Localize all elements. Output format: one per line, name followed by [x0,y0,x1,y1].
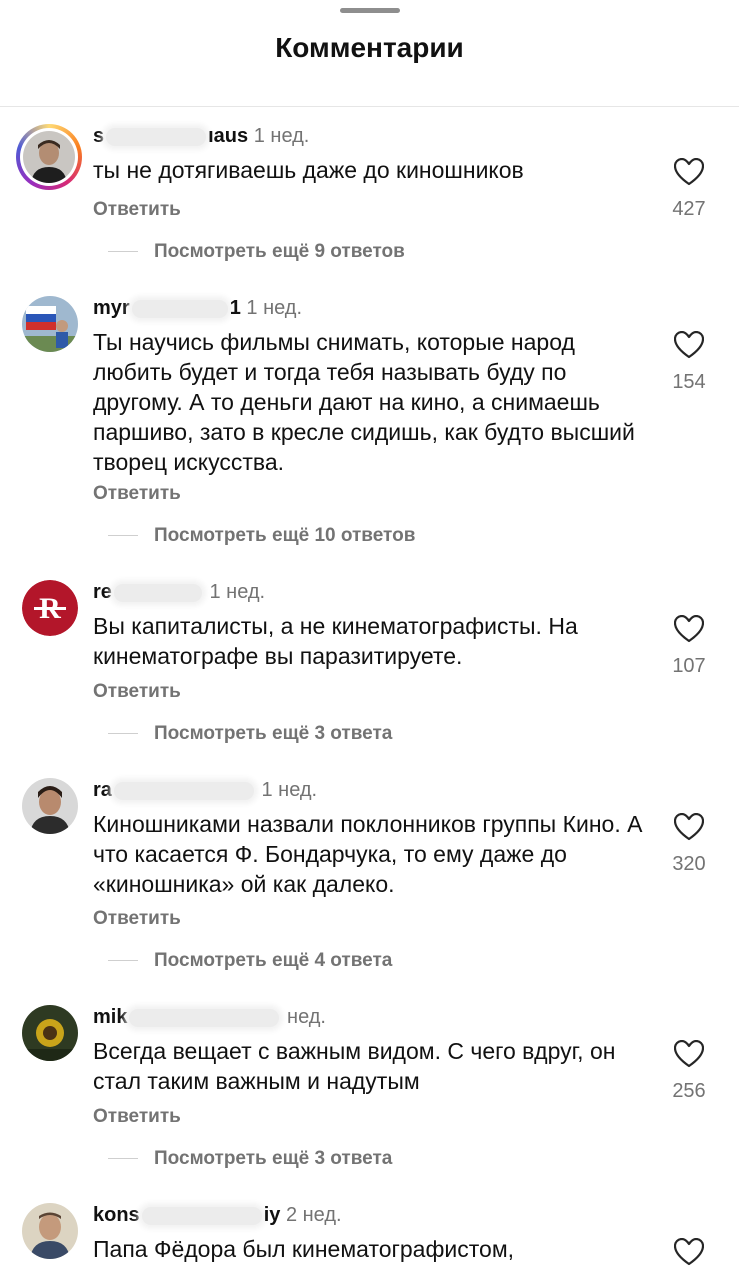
comment-meta: s ıaus 1 нед. [93,124,309,148]
view-replies-label: Посмотреть ещё 3 ответа [154,1148,393,1169]
comment-meta: re 1 нед. [93,580,265,604]
like-button[interactable] [660,1238,718,1266]
heart-icon [674,1238,704,1266]
redacted-blur [141,1206,262,1225]
comment-text: Папа Фёдора был кинематографистом, [93,1236,515,1262]
view-replies-label: Посмотреть ещё 10 ответов [154,525,416,546]
comments-sheet: Комментарии s ıaus 1 нед. ты не дотягивае… [0,0,739,1280]
like-count: 427 [672,198,706,220]
comment-text: Всегда вещает с важным видом. С чего вдр… [93,1038,616,1094]
flag-avatar[interactable] [22,296,78,352]
redacted-blur [113,781,254,800]
view-replies-button[interactable]: Посмотреть ещё 10 ответов [108,525,415,547]
replies-line [108,733,138,735]
reply-button[interactable]: Ответить [93,908,181,930]
replies-line [108,535,138,537]
reply-button[interactable]: Ответить [93,199,181,221]
username-suffix[interactable]: 1 [230,297,241,319]
view-replies-button[interactable]: Посмотреть ещё 3 ответа [108,723,392,745]
comment-text: Ты научись фильмы снимать, которые народ… [93,329,635,475]
timestamp: 1 нед. [209,581,266,603]
view-replies-label: Посмотреть ещё 4 ответа [154,950,393,971]
like-button[interactable]: 107 [660,615,718,678]
username-suffix[interactable]: ıaus [208,125,248,147]
story-ring-avatar[interactable] [16,124,82,190]
reply-button[interactable]: Ответить [93,483,181,505]
heart-icon [674,1040,704,1068]
redacted-blur [113,583,202,602]
redacted-blur [129,1008,280,1027]
username[interactable]: ra [93,779,112,801]
heart-icon [674,615,704,643]
r-logo-avatar[interactable]: R [22,580,78,636]
timestamp: нед. [287,1006,326,1028]
like-button[interactable]: 256 [660,1040,718,1103]
timestamp: 1 нед. [261,779,318,801]
like-button[interactable]: 320 [660,813,718,876]
like-count: 154 [672,371,706,393]
view-replies-button[interactable]: Посмотреть ещё 4 ответа [108,950,392,972]
man-avatar[interactable] [22,778,78,834]
username[interactable]: kons [93,1204,140,1226]
redacted-blur [106,127,207,146]
like-button[interactable]: 154 [660,331,718,394]
timestamp: 1 нед. [246,297,303,319]
like-count: 320 [672,853,706,875]
comment-text: Киношниками назвали поклонников группы К… [93,811,643,897]
replies-line [108,960,138,962]
heart-icon [674,331,704,359]
username[interactable]: re [93,581,112,603]
view-replies-button[interactable]: Посмотреть ещё 9 ответов [108,241,405,263]
username[interactable]: mik [93,1006,127,1028]
username[interactable]: myr [93,297,130,319]
man-avatar[interactable] [22,1203,78,1259]
comment-text: Вы капиталисты, а не кинематографисты. Н… [93,613,578,669]
view-replies-button[interactable]: Посмотреть ещё 3 ответа [108,1148,392,1170]
heart-icon [674,158,704,186]
view-replies-label: Посмотреть ещё 9 ответов [154,241,405,262]
timestamp: 2 нед. [285,1204,342,1226]
page-title: Комментарии [275,32,464,63]
reply-button[interactable]: Ответить [93,681,181,703]
redacted-blur [131,299,228,318]
comment-meta: myr 1 1 нед. [93,296,302,320]
comment-text: ты не дотягиваешь даже до киношников [93,157,524,183]
like-count: 107 [672,655,706,677]
view-replies-label: Посмотреть ещё 3 ответа [154,723,393,744]
username[interactable]: s [93,125,104,147]
sheet-grabber[interactable] [340,8,400,13]
like-count: 256 [672,1080,706,1102]
replies-line [108,1158,138,1160]
heart-icon [674,813,704,841]
header-divider [0,106,739,107]
comment-meta: kons iy 2 нед. [93,1203,342,1227]
reply-button[interactable]: Ответить [93,1106,181,1128]
comment-meta: mik нед. [93,1005,326,1029]
sunflower-avatar[interactable] [22,1005,78,1061]
replies-line [108,251,138,253]
like-button[interactable]: 427 [660,158,718,221]
username-suffix[interactable]: iy [264,1204,281,1226]
timestamp: 1 нед. [253,125,310,147]
comment-meta: ra 1 нед. [93,778,317,802]
